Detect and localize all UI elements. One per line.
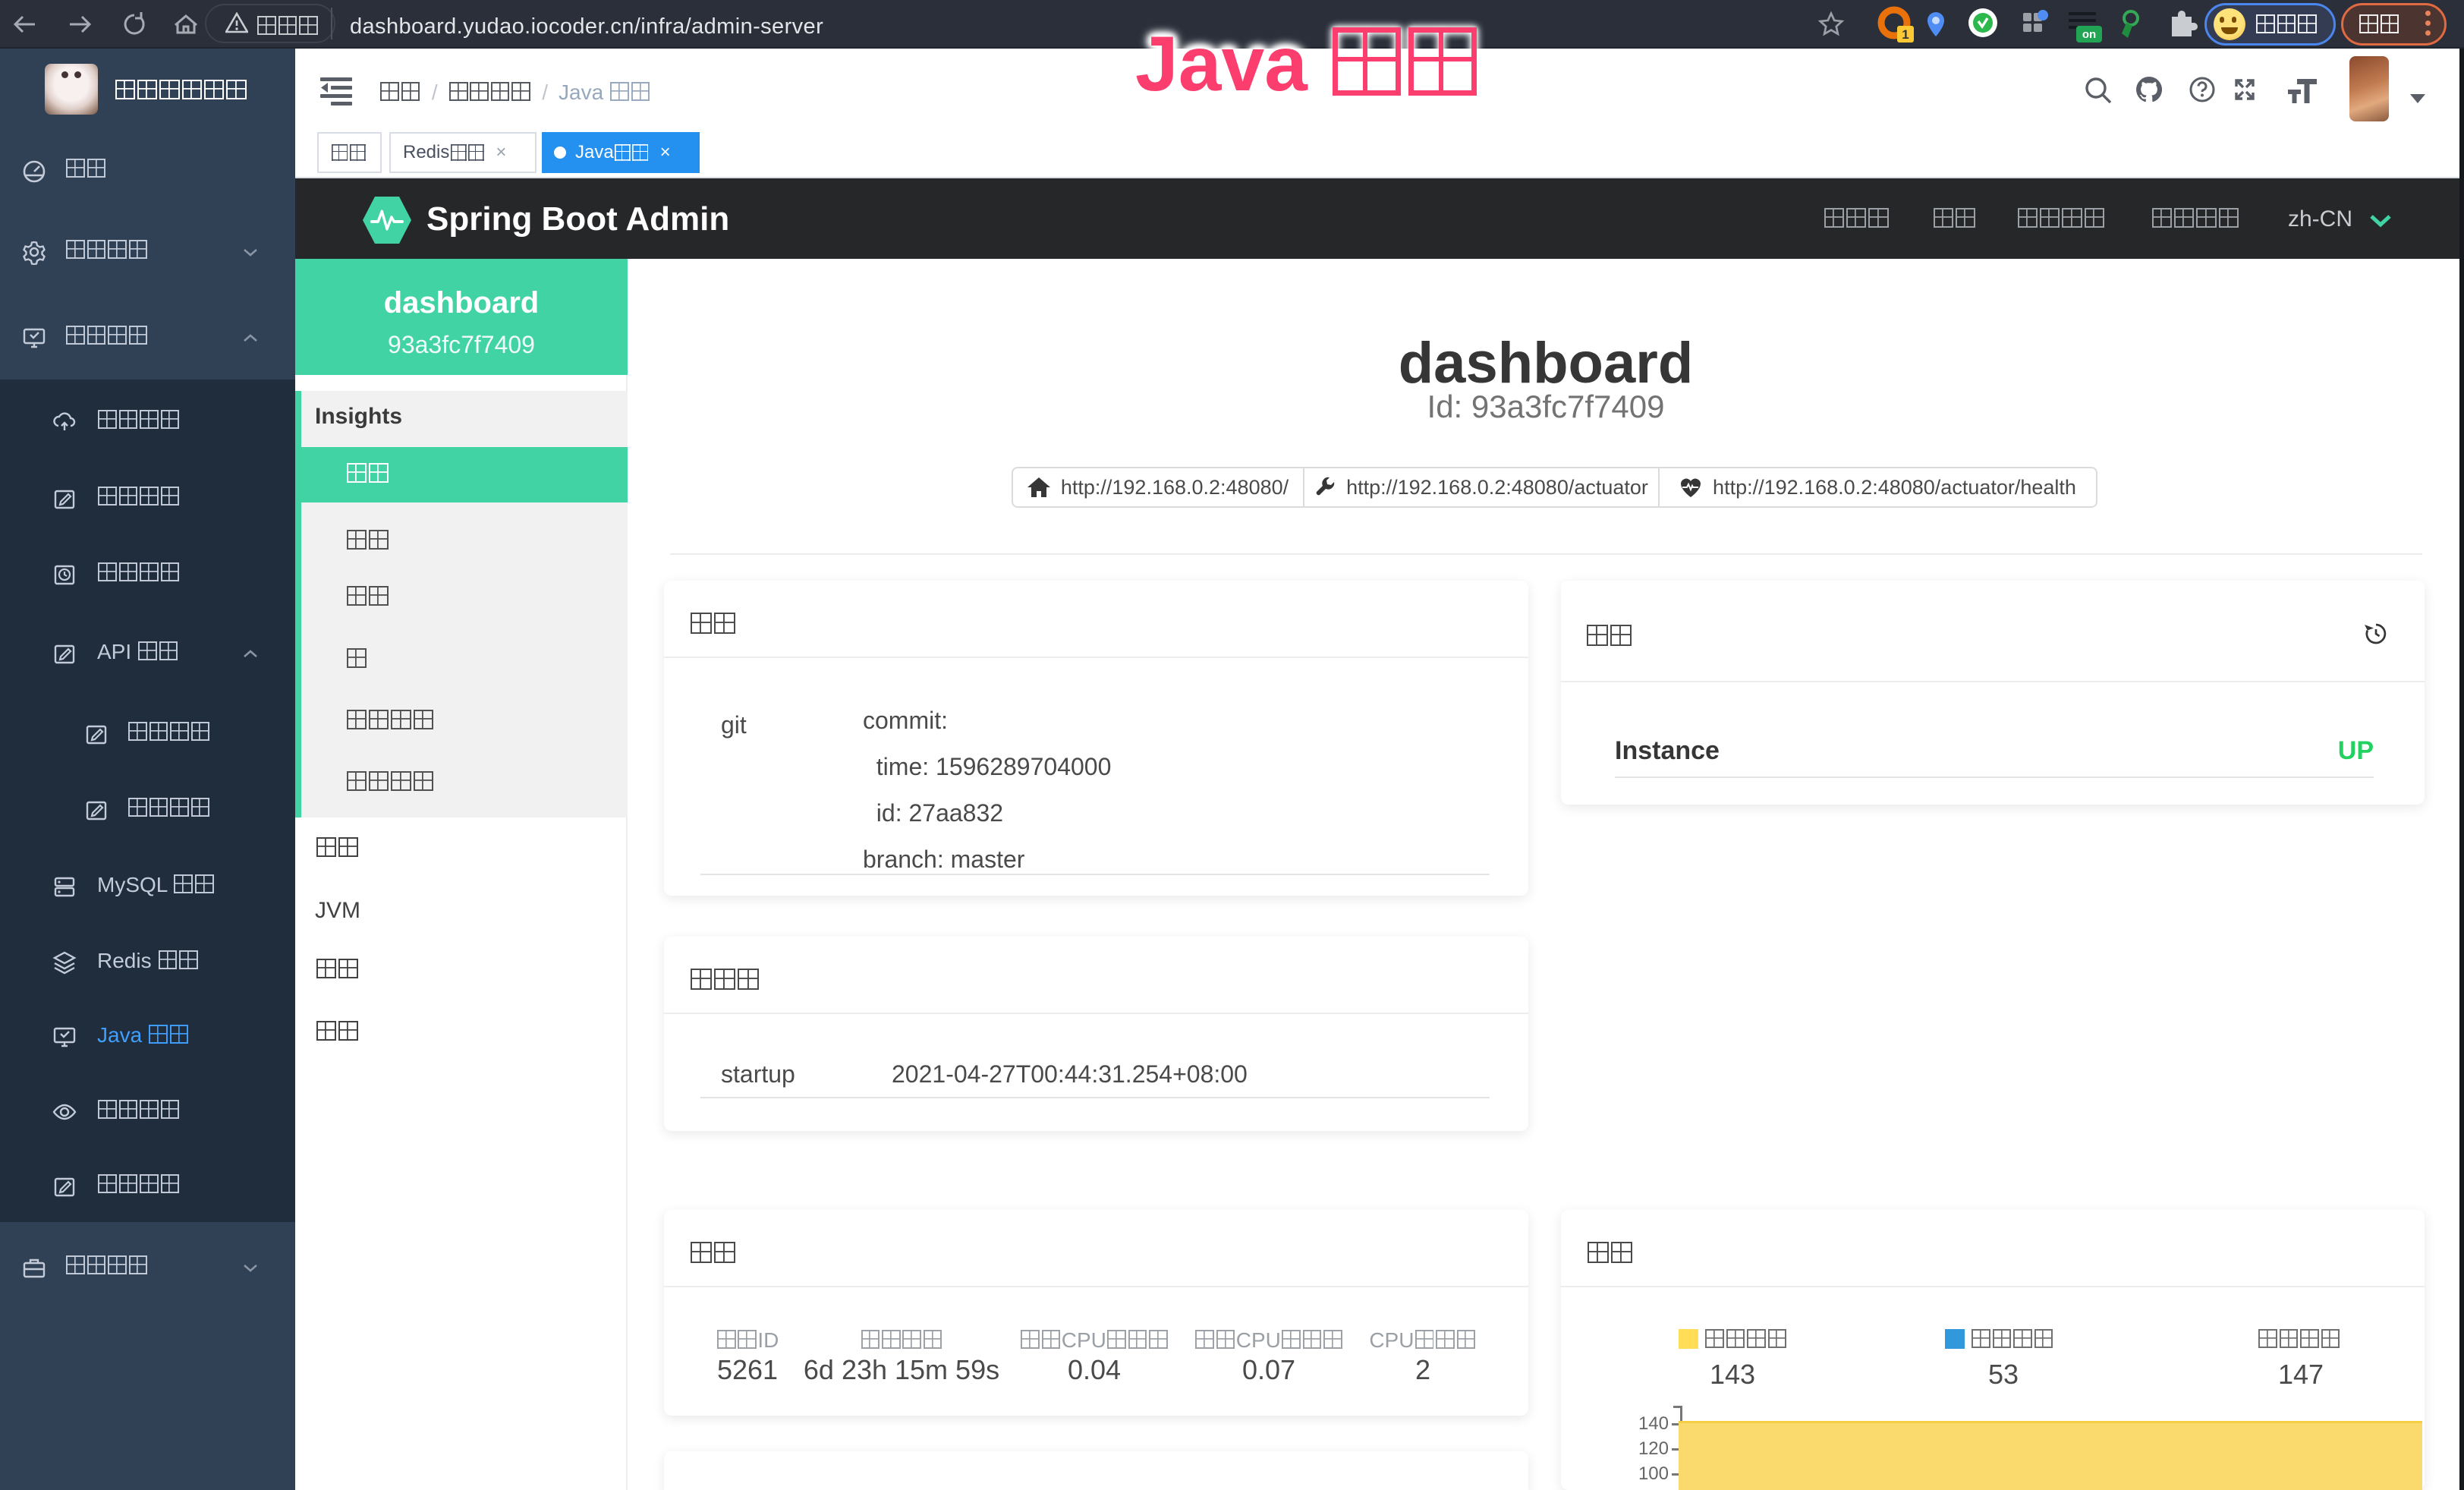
svg-text:on: on — [2082, 28, 2096, 41]
svg-text:1: 1 — [1902, 27, 1909, 42]
